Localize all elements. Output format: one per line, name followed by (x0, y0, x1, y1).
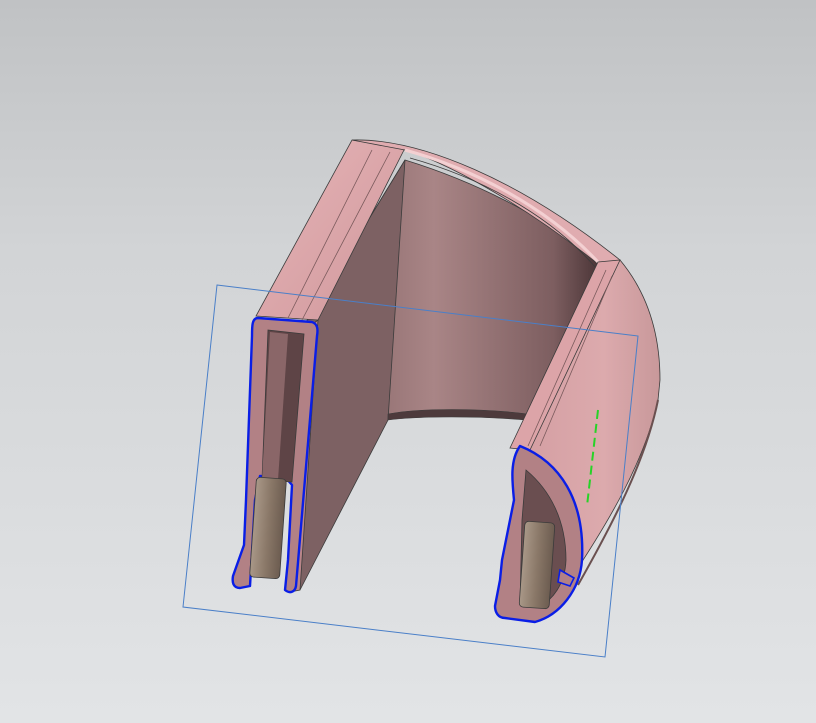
right-insert-cylinder[interactable] (518, 520, 556, 610)
u-profile-part[interactable] (255, 139, 661, 593)
cad-viewport[interactable] (0, 0, 816, 723)
left-insert-cylinder[interactable] (249, 476, 287, 580)
model-scene[interactable] (0, 0, 816, 723)
